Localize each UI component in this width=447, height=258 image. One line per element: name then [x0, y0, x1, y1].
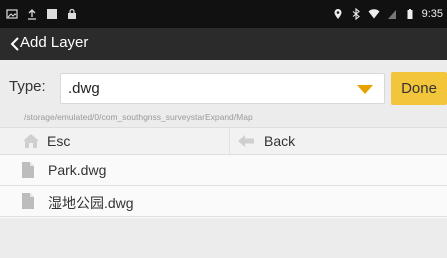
- lock-icon: [68, 8, 76, 19]
- status-right-icons: 9:35: [332, 6, 443, 22]
- type-label: Type:: [9, 78, 46, 95]
- image-icon: [6, 9, 18, 19]
- home-icon: [23, 134, 39, 148]
- status-bar: 9:35: [0, 0, 447, 28]
- done-button[interactable]: Done: [391, 72, 447, 105]
- square-icon: [47, 9, 57, 19]
- file-icon: [22, 193, 34, 209]
- navigation-row: Esc Back: [0, 127, 447, 155]
- file-name: Park.dwg: [48, 162, 107, 178]
- file-icon: [22, 162, 34, 178]
- type-selector-row: Type: .dwg Done: [0, 60, 447, 110]
- wifi-icon: [368, 9, 380, 19]
- file-name: 湿地公园.dwg: [48, 195, 134, 211]
- location-icon: [334, 9, 342, 19]
- upload-icon: [28, 9, 36, 20]
- back-label: Back: [264, 133, 296, 149]
- esc-label: Esc: [47, 133, 71, 149]
- back-button[interactable]: Back: [230, 128, 447, 154]
- bluetooth-icon: [352, 8, 360, 20]
- dropdown-caret-icon: [357, 85, 373, 94]
- sim-icon: [387, 10, 396, 19]
- list-item[interactable]: 湿地公园.dwg: [0, 186, 447, 217]
- type-dropdown[interactable]: .dwg: [60, 73, 385, 104]
- back-arrow-icon: [238, 135, 254, 147]
- battery-icon: [407, 9, 413, 19]
- esc-button[interactable]: Esc: [0, 128, 230, 154]
- status-left-icons: [6, 6, 78, 22]
- status-time: 9:35: [421, 8, 443, 20]
- title-bar: Add Layer: [0, 28, 447, 60]
- current-path: /storage/emulated/0/com_southgnss_survey…: [24, 112, 253, 122]
- list-item[interactable]: Park.dwg: [0, 155, 447, 186]
- type-dropdown-value: .dwg: [68, 80, 100, 97]
- file-list: Park.dwg 湿地公园.dwg: [0, 155, 447, 218]
- page-title: Add Layer: [20, 34, 89, 51]
